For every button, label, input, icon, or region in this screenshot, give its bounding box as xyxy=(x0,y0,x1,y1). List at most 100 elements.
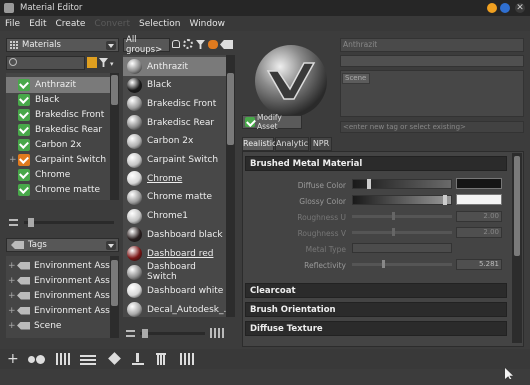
menu-selection[interactable]: Selection xyxy=(139,19,180,29)
material-list-item[interactable]: Black xyxy=(6,92,110,108)
material-swatch-item[interactable]: Dashboard red xyxy=(123,244,226,263)
list-view-icon[interactable] xyxy=(9,219,18,226)
tag-list-item[interactable]: + Environment Asset: S xyxy=(8,303,110,318)
search-input[interactable] xyxy=(6,56,85,70)
clearcoat-section-header[interactable]: Clearcoat xyxy=(245,283,507,298)
diffuse-color-slider[interactable] xyxy=(352,179,452,189)
diffuse-texture-section-header[interactable]: Diffuse Texture xyxy=(245,321,507,336)
tag-list-item[interactable]: + Environment Asset: G xyxy=(8,288,110,303)
material-list-item[interactable]: Brakedisc Rear xyxy=(6,122,110,138)
scrollbar-thumb[interactable] xyxy=(227,73,234,145)
material-swatch-item[interactable]: Dashboard black xyxy=(123,225,226,244)
materials-dropdown[interactable]: Materials xyxy=(6,38,119,52)
brush-orientation-section-header[interactable]: Brush Orientation xyxy=(245,302,507,317)
menu-create[interactable]: Create xyxy=(56,19,86,29)
scrollbar-thumb[interactable] xyxy=(111,75,118,105)
material-swatch-item[interactable]: Dashboard Switch xyxy=(123,262,226,282)
select-nodes-icon[interactable] xyxy=(106,352,122,365)
tag-filter-icon[interactable] xyxy=(87,57,97,68)
icon-size-slider[interactable] xyxy=(24,218,114,227)
add-icon[interactable]: + xyxy=(7,352,21,366)
glossy-color-slider[interactable] xyxy=(352,195,452,205)
swatch-view-icon[interactable] xyxy=(208,40,218,49)
groups-dropdown[interactable]: All groups> xyxy=(123,35,170,55)
list-view-icon[interactable] xyxy=(126,330,135,337)
scrollbar[interactable] xyxy=(110,256,119,338)
material-list-item[interactable]: Anthrazit xyxy=(6,77,110,93)
tab-npr[interactable]: NPR xyxy=(310,137,332,151)
expand-icon[interactable]: + xyxy=(8,306,16,316)
roughness-v-slider[interactable] xyxy=(352,228,452,236)
scrollbar[interactable] xyxy=(226,55,235,317)
expand-icon[interactable]: + xyxy=(8,276,16,286)
material-swatch-item[interactable]: Brakedisc Rear xyxy=(123,113,226,132)
material-swatch-item[interactable]: Chrome xyxy=(123,169,226,188)
close-icon[interactable]: ✕ xyxy=(515,3,525,13)
settings-icon[interactable] xyxy=(183,39,193,49)
material-name-field[interactable]: Anthrazit xyxy=(340,38,524,52)
roughness-v-value[interactable]: 2.00 xyxy=(456,227,502,238)
grid-view-icon[interactable] xyxy=(210,328,224,338)
diffuse-color-swatch[interactable] xyxy=(456,178,502,189)
material-swatch-item[interactable]: Carpaint Switch xyxy=(123,151,226,170)
maximize-icon[interactable] xyxy=(500,3,510,13)
menu-file[interactable]: File xyxy=(5,19,20,29)
modify-asset-button[interactable]: Modify Asset xyxy=(242,113,302,131)
lock-icon[interactable] xyxy=(172,40,180,48)
swatch-size-slider[interactable] xyxy=(140,329,205,338)
material-list-item[interactable]: Carbon 2x xyxy=(6,137,110,153)
tab-analytic[interactable]: Analytic xyxy=(275,137,309,151)
pick-material-icon[interactable] xyxy=(80,353,96,365)
minimize-icon[interactable] xyxy=(487,3,497,13)
expand-icon[interactable]: + xyxy=(9,155,17,165)
properties-scrollbar[interactable] xyxy=(512,153,522,343)
material-swatch-icon xyxy=(127,283,142,299)
tag-icon xyxy=(17,276,30,285)
tags-box[interactable]: Scene xyxy=(340,70,524,117)
reflectivity-value[interactable]: 5.281 xyxy=(456,259,502,270)
menu-window[interactable]: Window xyxy=(189,19,225,29)
list-mode-icon[interactable] xyxy=(220,40,233,49)
tag-input[interactable]: <enter new tag or select existing> xyxy=(340,121,524,133)
import-icon[interactable] xyxy=(132,353,144,365)
glossy-color-swatch[interactable] xyxy=(456,194,502,205)
tags-dropdown[interactable]: Tags xyxy=(6,238,119,252)
reflectivity-slider[interactable] xyxy=(352,260,452,268)
menu-edit[interactable]: Edit xyxy=(29,19,46,29)
expand-icon[interactable]: + xyxy=(8,291,16,301)
tag-list-item[interactable]: + Environment Asset: C xyxy=(8,273,110,288)
optimize-icon[interactable] xyxy=(180,353,196,365)
brushed-metal-section-header[interactable]: Brushed Metal Material xyxy=(245,156,507,171)
apply-to-selection-icon[interactable] xyxy=(56,353,72,365)
material-swatch-item[interactable]: Brakedisc Front xyxy=(123,94,226,113)
scrollbar[interactable] xyxy=(110,73,119,200)
filter-icon[interactable] xyxy=(99,58,108,67)
scrollbar-thumb[interactable] xyxy=(111,260,118,306)
material-list-item[interactable]: Brakedisc Front xyxy=(6,107,110,123)
expand-icon[interactable]: + xyxy=(8,321,16,331)
material-swatch-item[interactable]: Black xyxy=(123,76,226,95)
material-list-item[interactable]: Chrome xyxy=(6,167,110,183)
material-list-item[interactable]: + Carpaint Switch xyxy=(6,152,110,168)
roughness-u-slider[interactable] xyxy=(352,212,452,220)
roughness-u-value[interactable]: 2.00 xyxy=(456,211,502,222)
material-swatch-item[interactable]: Decal_Autodesk_... xyxy=(123,300,232,317)
material-list-item[interactable]: Chrome matte xyxy=(6,182,110,198)
scrollbar-thumb[interactable] xyxy=(514,156,520,256)
metal-type-select[interactable] xyxy=(352,243,452,253)
tab-realistic[interactable]: Realistic xyxy=(242,137,276,151)
filter-icon[interactable] xyxy=(196,40,205,49)
material-swatch-item[interactable]: Chrome1 xyxy=(123,207,226,226)
expand-icon[interactable]: + xyxy=(8,261,16,271)
tag-list-item[interactable]: + Environment Asset: B xyxy=(8,258,110,273)
material-swatch-item[interactable]: Dashboard white xyxy=(123,281,226,300)
filter-options-icon[interactable]: ▾ xyxy=(110,60,114,68)
material-swatch-item[interactable]: Anthrazit xyxy=(123,57,226,76)
tag-list-item[interactable]: + Scene xyxy=(8,318,61,333)
delete-icon[interactable] xyxy=(156,353,166,365)
material-swatch-item[interactable]: Carbon 2x xyxy=(123,132,226,151)
add-group-icon[interactable] xyxy=(28,353,46,365)
tag-chip[interactable]: Scene xyxy=(342,73,370,84)
material-swatch-item[interactable]: Chrome matte xyxy=(123,188,226,207)
material-type-field[interactable] xyxy=(340,55,524,67)
